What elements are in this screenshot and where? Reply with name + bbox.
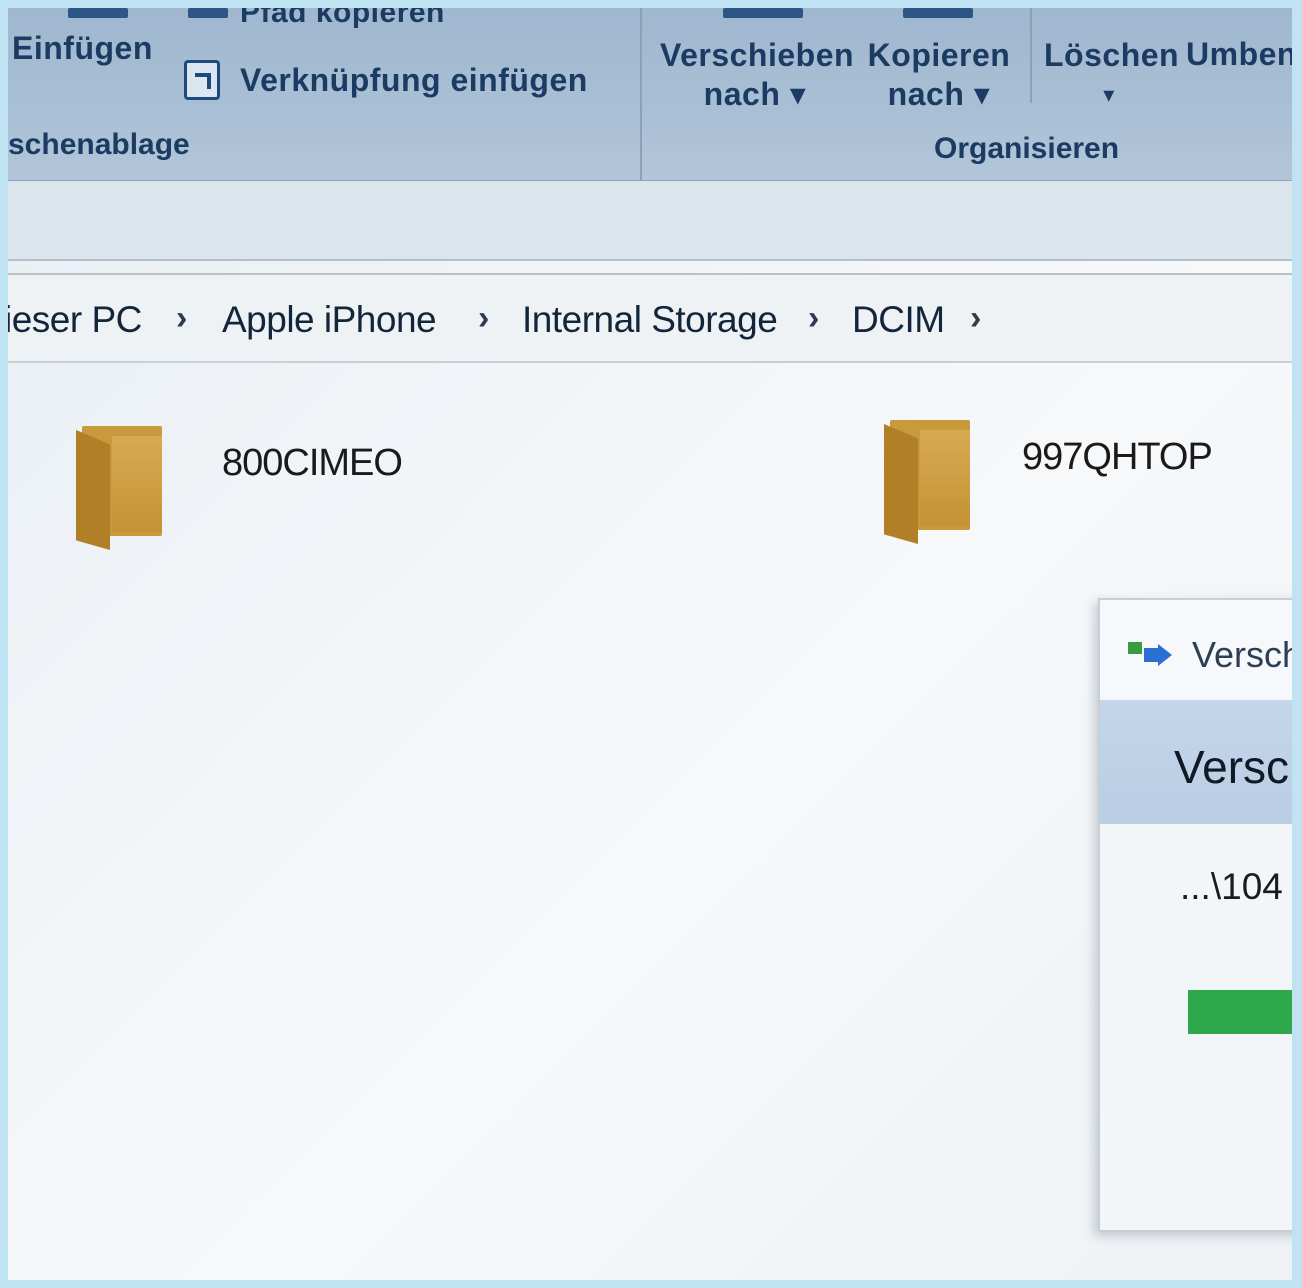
folder-name: 997QHTOP (1022, 436, 1213, 478)
copy-to-label: Kopieren (867, 37, 1011, 73)
progress-fill (1188, 990, 1292, 1034)
delete-dropdown-icon: ▾ (1103, 82, 1115, 107)
dialog-titlebar[interactable]: Versch (1100, 600, 1292, 698)
rename-button[interactable]: Umben (1186, 36, 1292, 73)
breadcrumb[interactable]: ieser PC › Apple iPhone › Internal Stora… (8, 273, 1292, 363)
dialog-path: ...\104 (1180, 866, 1283, 907)
chevron-right-icon[interactable]: › (970, 299, 981, 338)
breadcrumb-this-pc[interactable]: ieser PC (8, 299, 142, 341)
ribbon: Einfügen Pfad kopieren Verknüpfung einfü… (8, 8, 1292, 181)
move-progress-dialog[interactable]: Versch Versc ...\104 (1098, 598, 1292, 1232)
delete-label: Löschen (1044, 37, 1180, 73)
chevron-right-icon[interactable]: › (176, 299, 187, 338)
move-to-icon (723, 8, 803, 18)
folder-name: 800CIMEO (222, 442, 403, 484)
dialog-title: Versch (1192, 634, 1292, 675)
clipboard-group-label: schenablage (8, 128, 190, 161)
move-to-button[interactable]: Verschieben nach ▾ (660, 36, 855, 114)
explorer-window: Einfügen Pfad kopieren Verknüpfung einfü… (8, 8, 1292, 1280)
folder-icon (76, 426, 166, 550)
move-to-label: Verschieben (660, 37, 855, 73)
ribbon-bottom-strip (8, 181, 1292, 261)
paste-button[interactable]: Einfügen (12, 30, 153, 67)
copy-to-icon (903, 8, 973, 18)
move-files-icon (1128, 640, 1176, 668)
delete-button[interactable]: Löschen ▾ (1044, 36, 1180, 114)
folder-icon (884, 420, 974, 544)
breadcrumb-dcim[interactable]: DCIM (852, 299, 945, 341)
chevron-right-icon[interactable]: › (478, 299, 489, 338)
breadcrumb-apple-iphone[interactable]: Apple iPhone (222, 299, 437, 341)
ribbon-separator-2 (1030, 8, 1032, 103)
copy-to-label-2: nach ▾ (887, 76, 991, 112)
dialog-header: Versc (1100, 700, 1292, 824)
organize-group-label: Organisieren (934, 132, 1120, 165)
dialog-heading: Versc (1174, 741, 1290, 793)
copy-to-button[interactable]: Kopieren nach ▾ (864, 36, 1014, 114)
chevron-right-icon[interactable]: › (808, 299, 819, 338)
move-to-label-2: nach ▾ (703, 76, 807, 112)
ribbon-separator (640, 8, 642, 180)
copy-path-icon (188, 8, 228, 18)
paste-shortcut-button[interactable]: Verknüpfung einfügen (240, 62, 588, 99)
shortcut-icon (184, 60, 220, 100)
paste-icon-top (68, 8, 128, 18)
breadcrumb-internal-storage[interactable]: Internal Storage (522, 299, 778, 341)
copy-path-button[interactable]: Pfad kopieren (240, 8, 445, 30)
progress-bar (1188, 990, 1292, 1034)
